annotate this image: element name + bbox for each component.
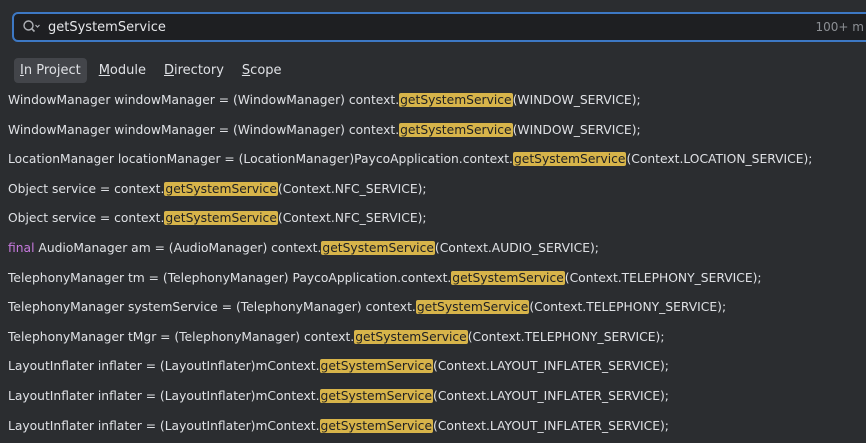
result-row[interactable]: TelephonyManager tm = (TelephonyManager)… [0, 266, 866, 296]
code-before: Object service = context. [8, 211, 165, 226]
code-before: LayoutInflater inflater = (LayoutInflate… [8, 388, 320, 403]
code-after: (Context.NFC_SERVICE); [277, 181, 427, 196]
tab-label: odule [109, 62, 146, 78]
result-row[interactable]: WindowManager windowManager = (WindowMan… [0, 88, 866, 118]
code-before: TelephonyManager tm = (TelephonyManager)… [8, 270, 452, 285]
code-after: (Context.LAYOUT_INFLATER_SERVICE); [433, 359, 669, 374]
match-highlight: getSystemService [164, 181, 278, 196]
result-row[interactable]: Object service = context.getSystemServic… [0, 177, 866, 207]
match-count: 100+ m [815, 20, 864, 34]
result-row[interactable]: LocationManager locationManager = (Locat… [0, 147, 866, 177]
match-highlight: getSystemService [354, 329, 468, 344]
result-row[interactable]: final AudioManager am = (AudioManager) c… [0, 236, 866, 266]
results-list: WindowManager windowManager = (WindowMan… [0, 88, 866, 443]
tab-label: irectory [174, 62, 224, 78]
code-after: (Context.NFC_SERVICE); [277, 211, 427, 226]
match-highlight: getSystemService [399, 93, 513, 107]
code-after: (WINDOW_SERVICE); [512, 122, 641, 137]
code-after: (Context.TELEPHONY_SERVICE); [529, 300, 727, 315]
result-row[interactable]: TelephonyManager tMgr = (TelephonyManage… [0, 325, 866, 355]
tab-mnemonic: M [98, 62, 110, 78]
code-after: (Context.AUDIO_SERVICE); [434, 240, 599, 255]
code-before: Object service = context. [8, 181, 165, 196]
result-row[interactable]: LayoutInflater inflater = (LayoutInflate… [0, 354, 866, 384]
tab-module[interactable]: Module [93, 58, 152, 83]
code-after: (Context.LAYOUT_INFLATER_SERVICE); [433, 388, 669, 403]
match-highlight: getSystemService [319, 418, 434, 433]
code-before: AudioManager am = (AudioManager) context… [34, 240, 322, 255]
code-before: WindowManager windowManager = (WindowMan… [8, 93, 400, 107]
keyword: final [8, 240, 35, 255]
match-highlight: getSystemService [451, 270, 565, 285]
match-highlight: getSystemService [319, 359, 434, 374]
tab-mnemonic: S [241, 62, 251, 78]
scope-tabs: In Project Module Directory Scope [14, 56, 288, 84]
code-after: (Context.LAYOUT_INFLATER_SERVICE); [433, 418, 669, 433]
code-after: (Context.TELEPHONY_SERVICE); [467, 329, 665, 344]
match-highlight: getSystemService [399, 122, 513, 137]
match-highlight: getSystemService [512, 152, 627, 167]
code-after: (Context.TELEPHONY_SERVICE); [564, 270, 762, 285]
tab-in-project[interactable]: In Project [14, 57, 87, 83]
search-input[interactable] [48, 17, 788, 37]
result-row[interactable]: Object service = context.getSystemServic… [0, 206, 866, 236]
match-highlight: getSystemService [415, 300, 530, 315]
code-before: LocationManager locationManager = (Locat… [8, 152, 513, 167]
code-before: TelephonyManager systemService = (Teleph… [8, 300, 416, 315]
result-row[interactable]: WindowManager windowManager = (WindowMan… [0, 118, 866, 148]
tab-directory[interactable]: Directory [158, 58, 230, 83]
result-row[interactable]: LayoutInflater inflater = (LayoutInflate… [0, 384, 866, 414]
code-before: WindowManager windowManager = (WindowMan… [8, 122, 400, 137]
result-row[interactable]: TelephonyManager systemService = (Teleph… [0, 295, 866, 325]
match-highlight: getSystemService [321, 240, 435, 255]
tab-label: n Project [23, 62, 81, 78]
match-highlight: getSystemService [164, 211, 278, 226]
code-after: (Context.LOCATION_SERVICE); [626, 152, 813, 167]
code-before: TelephonyManager tMgr = (TelephonyManage… [8, 329, 355, 344]
code-after: (WINDOW_SERVICE); [512, 93, 641, 107]
code-before: LayoutInflater inflater = (LayoutInflate… [8, 359, 320, 374]
search-icon[interactable] [22, 19, 40, 35]
result-row[interactable]: LayoutInflater inflater = (LayoutInflate… [0, 414, 866, 443]
tab-scope[interactable]: Scope [236, 58, 288, 83]
match-highlight: getSystemService [319, 388, 434, 403]
search-bar: 100+ m [12, 12, 866, 42]
tab-label: cope [250, 62, 282, 78]
code-before: LayoutInflater inflater = (LayoutInflate… [8, 418, 320, 433]
tab-mnemonic: D [163, 62, 174, 78]
